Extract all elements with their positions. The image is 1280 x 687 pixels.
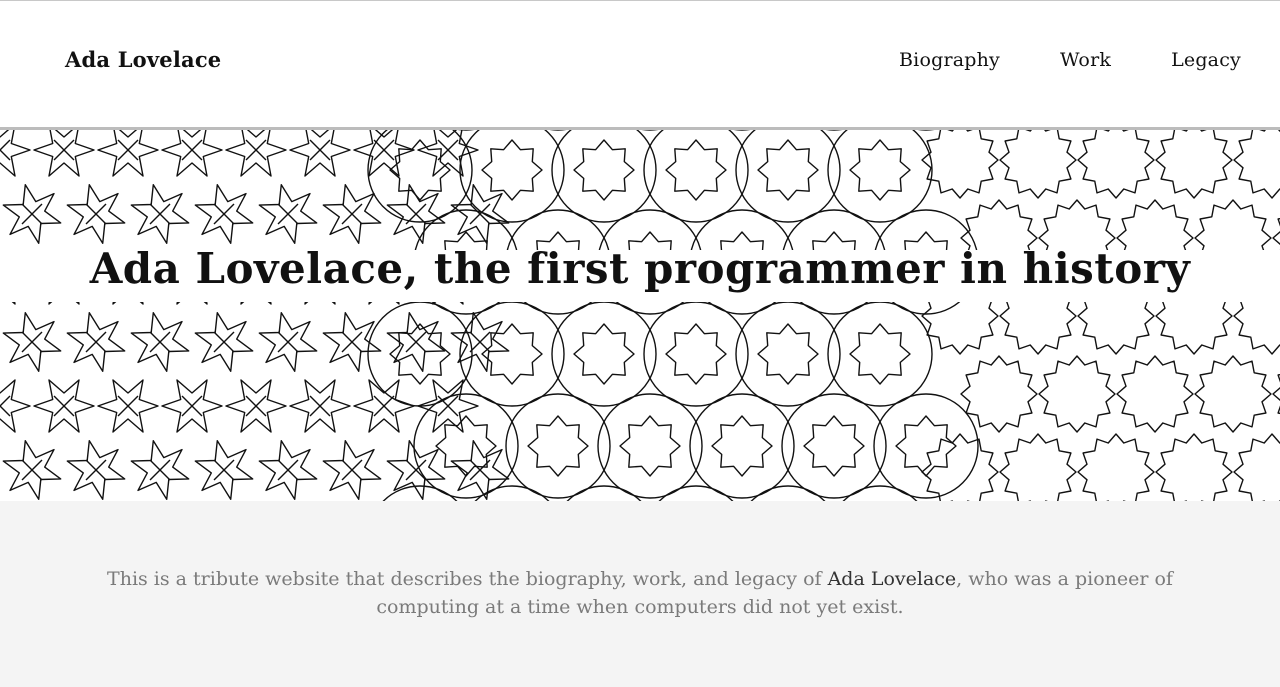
hero-section: Ada Lovelace, the first programmer in hi… [0,130,1280,501]
intro-text-before: This is a tribute website that describes… [107,568,828,590]
site-header: Ada Lovelace Biography Work Legacy [0,1,1280,127]
nav-link-work[interactable]: Work [1060,49,1111,71]
brand-link[interactable]: Ada Lovelace [65,47,221,72]
intro-section: This is a tribute website that describes… [0,501,1280,687]
intro-text: This is a tribute website that describes… [80,565,1200,621]
intro-name: Ada Lovelace [827,568,957,590]
nav-link-biography[interactable]: Biography [899,49,1000,71]
page: Ada Lovelace Biography Work Legacy Ada L… [0,0,1280,687]
hero-title: Ada Lovelace, the first programmer in hi… [89,244,1191,293]
main-nav: Biography Work Legacy [899,49,1241,71]
nav-link-legacy[interactable]: Legacy [1171,49,1241,71]
hero-pattern-background [0,130,1280,501]
